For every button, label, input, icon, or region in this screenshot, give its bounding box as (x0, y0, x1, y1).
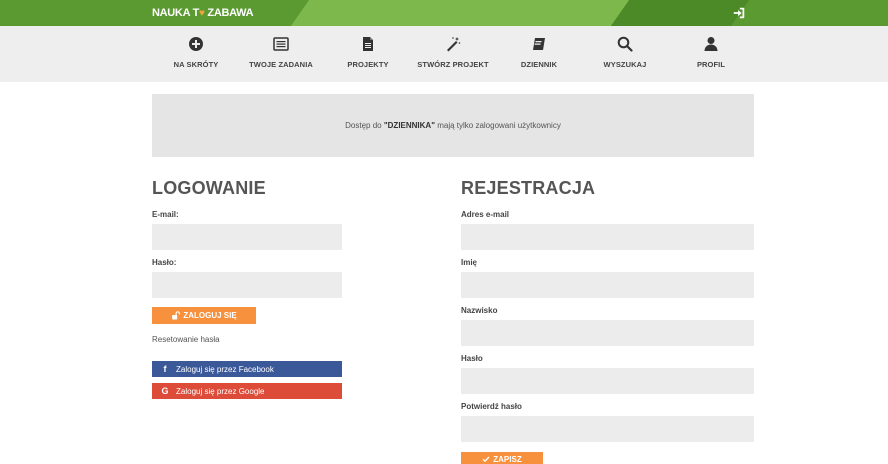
login-button-label: ZALOGUJ SIĘ (183, 311, 237, 320)
register-email-input[interactable] (461, 224, 754, 250)
book-icon (533, 38, 545, 50)
register-password-input[interactable] (461, 368, 754, 394)
nav-label: NA SKRÓTY (173, 60, 219, 69)
login-email-input[interactable] (152, 224, 342, 250)
nav-label: PROFIL (696, 60, 726, 69)
login-password-input[interactable] (152, 272, 342, 298)
search-icon (617, 36, 633, 52)
register-last-name-input[interactable] (461, 320, 754, 346)
magic-wand-icon (447, 37, 461, 52)
access-notice: Dostęp do "DZIENNIKA" mają tylko zalogow… (152, 94, 754, 157)
facebook-login-button[interactable]: f Zaloguj się przez Facebook (152, 361, 342, 377)
nav-label: TWOJE ZADANIA (249, 60, 313, 69)
register-confirm-input[interactable] (461, 416, 754, 442)
nav-label: WYSZUKAJ (603, 60, 647, 69)
notice-highlight: "DZIENNIKA" (383, 121, 435, 130)
register-submit-button[interactable]: ZAPISZ (461, 452, 543, 464)
reset-password-link[interactable]: Resetowanie hasła (152, 335, 220, 344)
register-email-label: Adres e-mail (461, 210, 510, 219)
facebook-icon: f (163, 364, 167, 374)
sign-in-icon[interactable] (732, 6, 746, 20)
logo-text: ZABAWA (207, 7, 254, 19)
nav-item-journal[interactable]: DZIENNIK (494, 26, 584, 82)
register-confirm-label: Potwierdź hasło (461, 402, 522, 411)
plus-circle-icon (189, 37, 203, 51)
register-password-label: Hasło (461, 354, 483, 363)
google-login-button[interactable]: G Zaloguj się przez Google (152, 383, 342, 399)
nav-item-your-tasks[interactable]: TWOJE ZADANIA (236, 26, 326, 82)
nav-label: DZIENNIK (520, 60, 558, 69)
list-icon (273, 37, 289, 51)
notice-text: Dostęp do "DZIENNIKA" mają tylko zalogow… (345, 121, 561, 130)
register-title: REJESTRACJA (461, 178, 596, 198)
nav-item-shortcuts[interactable]: NA SKRÓTY (151, 26, 241, 82)
register-submit-label: ZAPISZ (493, 454, 522, 464)
register-last-name-label: Nazwisko (461, 306, 498, 315)
nav-label: STWÓRZ PROJEKT (417, 60, 489, 69)
logo-text: NAUKA T (152, 7, 199, 19)
unlock-icon (172, 311, 181, 320)
login-title: LOGOWANIE (152, 178, 266, 198)
top-bar-stripe (610, 0, 750, 26)
register-first-name-input[interactable] (461, 272, 754, 298)
user-icon (704, 37, 718, 51)
heart-icon: ♥ (199, 8, 205, 19)
nav-item-create-project[interactable]: STWÓRZ PROJEKT (408, 26, 498, 82)
nav-item-profile[interactable]: PROFIL (666, 26, 756, 82)
google-icon: G (161, 386, 169, 396)
login-password-label: Hasło: (152, 258, 177, 267)
main-nav: NA SKRÓTY TWOJE ZADANIA PROJEKTY STWÓRZ … (0, 26, 888, 82)
facebook-login-label: Zaloguj się przez Facebook (176, 364, 274, 374)
check-icon (482, 456, 490, 463)
nav-label: PROJEKTY (347, 60, 389, 69)
register-first-name-label: Imię (461, 258, 478, 267)
nav-item-projects[interactable]: PROJEKTY (323, 26, 413, 82)
logo[interactable]: NAUKA T♥ ZABAWA (152, 7, 254, 19)
top-bar: NAUKA T♥ ZABAWA (0, 0, 888, 26)
nav-item-search[interactable]: WYSZUKAJ (580, 26, 670, 82)
google-login-label: Zaloguj się przez Google (176, 386, 265, 396)
file-icon (363, 37, 373, 51)
login-button[interactable]: ZALOGUJ SIĘ (152, 307, 256, 324)
login-email-label: E-mail: (152, 210, 179, 219)
top-bar-stripe (290, 0, 640, 26)
